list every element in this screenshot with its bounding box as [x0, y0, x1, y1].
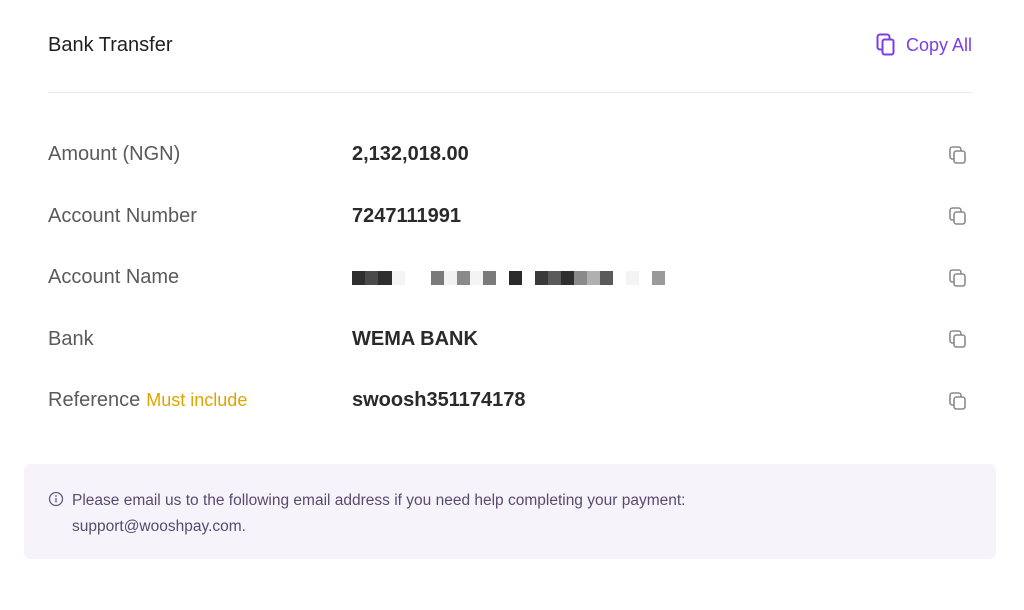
- copy-icon: [949, 145, 966, 164]
- copy-icon: [949, 268, 966, 287]
- bank-value: WEMA BANK: [352, 327, 478, 350]
- copy-all-label: Copy All: [905, 34, 972, 55]
- amount-value: 2,132,018.00: [352, 143, 469, 166]
- detail-row-reference: Reference Must include swoosh351174178: [48, 370, 972, 432]
- copy-icon: [949, 391, 966, 410]
- reference-label: Reference Must include: [48, 389, 352, 412]
- must-include-note: Must include: [146, 390, 248, 411]
- reference-value: swoosh351174178: [352, 389, 526, 412]
- amount-label: Amount (NGN): [48, 143, 352, 166]
- account-number-label: Account Number: [48, 205, 352, 228]
- bank-label: Bank: [48, 328, 352, 351]
- detail-row-bank: Bank WEMA BANK: [48, 309, 972, 371]
- transfer-details: Amount (NGN) 2,132,018.00 Account Number…: [48, 124, 972, 432]
- copy-icon: [949, 330, 966, 349]
- copy-icon: [949, 207, 966, 226]
- copy-account-number-button[interactable]: [948, 206, 968, 226]
- copy-icon: [876, 33, 895, 56]
- account-name-label: Account Name: [48, 266, 352, 289]
- support-email: support@wooshpay.com.: [72, 518, 246, 535]
- detail-row-account-name: Account Name: [48, 247, 972, 309]
- header: Bank Transfer Copy All: [48, 0, 972, 93]
- account-name-label-text: Account Name: [48, 266, 180, 289]
- notice-text: Please email us to the following email a…: [72, 488, 972, 540]
- copy-reference-button[interactable]: [948, 391, 968, 411]
- copy-all-button[interactable]: Copy All: [876, 33, 972, 57]
- info-icon: [48, 491, 64, 507]
- amount-label-text: Amount (NGN): [48, 143, 181, 166]
- account-number-value: 7247111991: [352, 204, 462, 227]
- account-name-value-masked: [352, 270, 665, 285]
- copy-account-name-button[interactable]: [948, 268, 968, 288]
- help-notice: Please email us to the following email a…: [24, 464, 996, 559]
- copy-amount-button[interactable]: [948, 145, 968, 165]
- detail-row-account-number: Account Number 7247111991: [48, 186, 972, 248]
- notice-line-1: Please email us to the following email a…: [72, 492, 686, 509]
- detail-row-amount: Amount (NGN) 2,132,018.00: [48, 124, 972, 186]
- page-title: Bank Transfer: [48, 34, 173, 56]
- bank-transfer-panel: Bank Transfer Copy All Amount (NGN) 2,13…: [0, 0, 1024, 610]
- account-number-label-text: Account Number: [48, 204, 197, 227]
- copy-bank-button[interactable]: [948, 329, 968, 349]
- bank-label-text: Bank: [48, 327, 94, 350]
- reference-label-text: Reference: [48, 389, 141, 412]
